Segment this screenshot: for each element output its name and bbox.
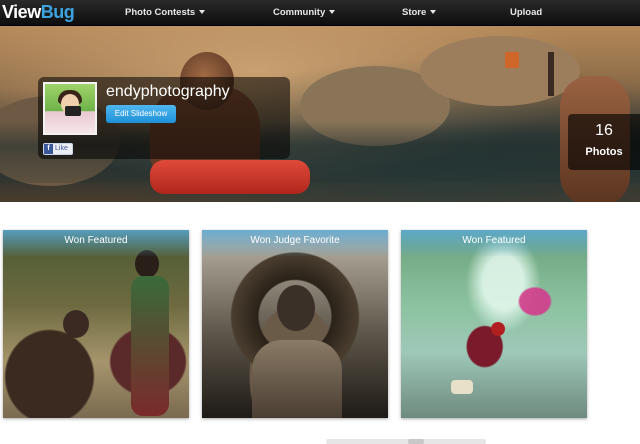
- award-badge: Won Featured: [401, 230, 587, 256]
- chevron-down-icon: [199, 10, 206, 15]
- photo-tile[interactable]: Won Judge Favorite: [202, 230, 388, 418]
- photo-boy-hat: [202, 230, 388, 418]
- award-badge: Won Featured: [3, 230, 189, 256]
- nav-photo-contests-label: Photo Contests: [125, 7, 196, 18]
- cover-stick: [548, 52, 554, 96]
- pagination-current-indicator[interactable]: [408, 439, 424, 444]
- photo-count-label: Photos: [585, 146, 623, 158]
- photo-children-waterfall: [3, 230, 189, 418]
- photo-tile[interactable]: Won Featured: [3, 230, 189, 418]
- nav-community[interactable]: Community: [273, 7, 336, 18]
- photo-figure-body: [252, 340, 342, 418]
- nav-store-label: Store: [402, 7, 427, 18]
- photo-figure-head: [491, 322, 505, 336]
- photo-woman-splash: [401, 230, 587, 418]
- photo-count-number: 16: [595, 122, 613, 139]
- facebook-icon: f: [44, 144, 53, 154]
- facebook-like-button[interactable]: f Like: [43, 143, 73, 155]
- camera-icon: [65, 106, 81, 116]
- logo-text-bug: Bug: [40, 2, 75, 22]
- logo-text-view: View: [2, 2, 41, 22]
- nav-upload-label: Upload: [510, 7, 543, 18]
- photo-figure-dress: [131, 276, 169, 416]
- profile-username[interactable]: endyphotography: [106, 83, 230, 101]
- photo-figure-head: [277, 285, 315, 331]
- facebook-like-label: Like: [55, 145, 68, 152]
- nav-photo-contests[interactable]: Photo Contests: [125, 7, 206, 18]
- nav-upload[interactable]: Upload: [510, 7, 542, 18]
- pagination[interactable]: [326, 439, 486, 444]
- photo-tile[interactable]: Won Featured: [401, 230, 587, 418]
- photo-count-box[interactable]: 16 Photos: [568, 114, 640, 170]
- top-navbar: ViewBug Photo Contests Community Store U…: [0, 0, 640, 26]
- chevron-down-icon: [329, 10, 336, 15]
- edit-slideshow-button[interactable]: Edit Slideshow: [106, 105, 176, 123]
- photo-basin: [451, 380, 473, 394]
- award-badge: Won Judge Favorite: [202, 230, 388, 256]
- cover-orange-flag: [505, 52, 519, 68]
- chevron-down-icon: [430, 10, 437, 15]
- viewbug-logo[interactable]: ViewBug: [2, 2, 75, 23]
- nav-store[interactable]: Store: [402, 7, 437, 18]
- avatar[interactable]: [43, 82, 97, 135]
- cover-rock: [420, 36, 580, 106]
- nav-community-label: Community: [273, 7, 326, 18]
- cover-red-shorts: [150, 160, 310, 194]
- photo-figure-head: [63, 310, 89, 338]
